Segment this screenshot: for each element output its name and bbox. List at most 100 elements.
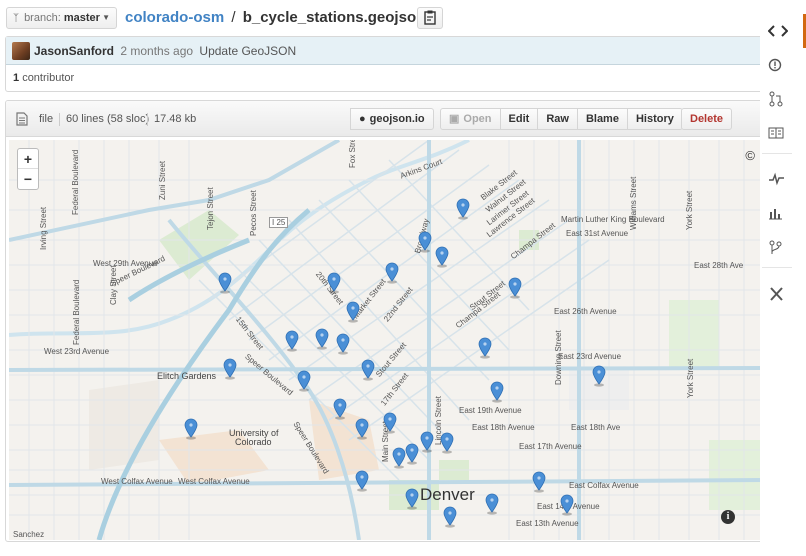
station-marker[interactable] (184, 418, 198, 440)
map-label-e28: East 28th Ave (694, 261, 744, 270)
branch-label: branch: (24, 12, 61, 24)
rail-divider (762, 267, 792, 268)
station-marker[interactable] (456, 198, 470, 220)
map-label-wcolfax-2: West Colfax Avenue (178, 477, 250, 486)
station-marker[interactable] (532, 471, 546, 493)
station-marker[interactable] (385, 262, 399, 284)
station-marker[interactable] (315, 328, 329, 350)
map-label-e19: East 19th Avenue (459, 406, 522, 415)
graph-icon (769, 209, 782, 220)
map-label-e31: East 31st Avenue (566, 229, 629, 238)
network-tab[interactable] (760, 230, 806, 264)
map-label-mlk: Martin Luther King Boulevard (561, 215, 665, 224)
info-icon[interactable]: i (721, 510, 735, 524)
station-marker[interactable] (443, 506, 457, 528)
history-button[interactable]: History (626, 108, 683, 130)
map-label-fox: Fox Street (348, 140, 357, 168)
station-marker[interactable] (383, 412, 397, 434)
settings-tab[interactable] (760, 276, 806, 310)
station-marker[interactable] (285, 330, 299, 352)
branch-icon: ᛉ (13, 13, 19, 24)
globe-icon: ● (359, 113, 366, 125)
zoom-control: + − (17, 148, 39, 190)
graphs-tab[interactable] (760, 196, 806, 230)
map-label-zuni: Zuni Street (158, 160, 167, 200)
file-type: file (39, 113, 54, 125)
station-marker[interactable] (592, 365, 606, 387)
file-line-count: 60 lines (58 sloc) (66, 113, 150, 125)
station-marker[interactable] (223, 358, 237, 380)
map-label-e18b: East 18th Ave (571, 423, 621, 432)
copyright-icon[interactable]: © (745, 148, 755, 163)
map-label-elitch: Elitch Gardens (157, 371, 217, 381)
blame-button[interactable]: Blame (576, 108, 628, 130)
branch-selector-button[interactable]: ᛉ branch: master ▼ (6, 7, 117, 29)
map-label-denver: Denver (420, 485, 475, 504)
commit-message[interactable]: Update GeoJSON (199, 44, 296, 58)
station-marker[interactable] (336, 333, 350, 355)
copy-path-button[interactable] (417, 7, 443, 29)
station-marker[interactable] (560, 494, 574, 516)
station-marker[interactable] (361, 359, 375, 381)
commit-time: 2 months ago (120, 44, 194, 58)
chevron-down-icon: ▼ (102, 13, 110, 22)
map-label-e23: East 23rd Avenue (558, 352, 622, 361)
repo-link[interactable]: colorado-osm (125, 9, 224, 26)
geojson-io-button[interactable]: ● geojson.io (350, 108, 434, 130)
avatar[interactable] (12, 42, 30, 60)
raw-button[interactable]: Raw (537, 108, 578, 130)
map-label-federal-2: Federal Boulevard (72, 279, 81, 345)
station-marker[interactable] (405, 443, 419, 465)
station-marker[interactable] (440, 432, 454, 454)
commit-author[interactable]: JasonSanford (34, 44, 114, 58)
geojson-io-group: ● geojson.io (350, 108, 434, 130)
station-marker[interactable] (485, 493, 499, 515)
delete-button[interactable]: Delete (681, 108, 733, 130)
issues-tab[interactable] (760, 48, 806, 82)
code-tab[interactable] (760, 14, 806, 48)
pulse-tab[interactable] (760, 162, 806, 196)
code-icon (768, 25, 788, 37)
station-marker[interactable] (297, 370, 311, 392)
station-marker[interactable] (420, 431, 434, 453)
station-marker[interactable] (478, 337, 492, 359)
file-name: b_cycle_stations.geojson (242, 9, 426, 26)
header-divider (147, 113, 148, 126)
branch-name: master (63, 12, 100, 24)
rail-divider (762, 153, 792, 154)
map-label-williams: Williams Street (629, 176, 638, 230)
file-header: file 60 lines (58 sloc) 17.48 kb ● geojso… (6, 101, 768, 137)
zoom-out-button[interactable]: − (18, 169, 38, 189)
open-button[interactable]: ▣ Open (440, 108, 501, 130)
map-label-ecolfax: East Colfax Avenue (569, 481, 639, 490)
station-marker[interactable] (392, 447, 406, 469)
map-label-e18: East 18th Avenue (472, 423, 535, 432)
station-marker[interactable] (355, 470, 369, 492)
station-marker[interactable] (435, 246, 449, 268)
contributors-line[interactable]: 1 contributor (6, 65, 768, 91)
map-label-sanchez: Sanchez (13, 530, 45, 539)
station-marker[interactable] (218, 272, 232, 294)
contributor-label: contributor (22, 72, 75, 84)
pull-requests-tab[interactable] (760, 81, 806, 115)
station-marker[interactable] (333, 398, 347, 420)
map-label-e26: East 26th Avenue (554, 307, 617, 316)
map-label-pecos: Pecos Street (249, 190, 258, 236)
edit-button[interactable]: Edit (499, 108, 539, 130)
file-icon (16, 112, 28, 126)
station-marker[interactable] (508, 277, 522, 299)
network-icon (769, 240, 782, 254)
delete-group: Delete (681, 108, 733, 130)
header-divider (59, 113, 60, 126)
zoom-in-button[interactable]: + (18, 149, 38, 169)
wiki-tab[interactable] (760, 116, 806, 150)
station-marker[interactable] (490, 381, 504, 403)
station-marker[interactable] (405, 488, 419, 510)
station-marker[interactable] (346, 301, 360, 323)
station-marker[interactable] (327, 272, 341, 294)
map-label-downing: Downing Street (554, 330, 563, 385)
wiki-icon (768, 127, 784, 139)
geojson-map[interactable]: Denver Elitch Gardens University of Colo… (9, 140, 765, 540)
station-marker[interactable] (418, 231, 432, 253)
station-marker[interactable] (355, 418, 369, 440)
